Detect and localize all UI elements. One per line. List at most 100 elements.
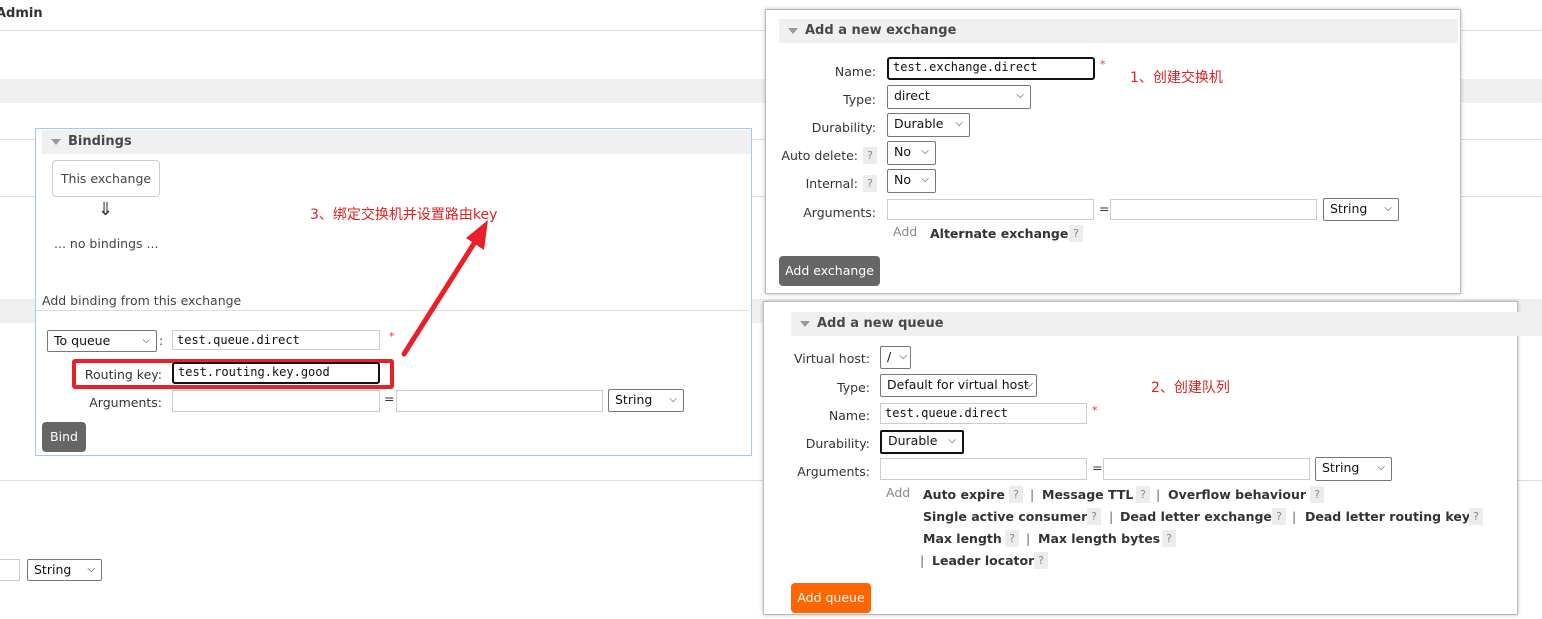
- single-active-consumer-link[interactable]: Single active consumer: [923, 509, 1087, 524]
- exchange-name-input[interactable]: test.exchange.direct: [887, 57, 1095, 80]
- exchange-arguments-key-input[interactable]: [887, 199, 1094, 220]
- overflow-behaviour-link[interactable]: Overflow behaviour: [1168, 487, 1306, 502]
- queue-arguments-type-value: String: [1322, 460, 1360, 475]
- required-asterisk: *: [1100, 58, 1106, 71]
- queue-arguments-value-input[interactable]: [1103, 458, 1310, 480]
- exchange-arguments-value-input[interactable]: [1110, 199, 1317, 220]
- exchange-durability-select[interactable]: Durable ⌵: [887, 113, 970, 137]
- destination-type-value: To queue: [54, 333, 111, 348]
- down-arrow-icon: ⇓: [98, 199, 114, 220]
- exchange-internal-label: Internal:: [805, 176, 858, 191]
- exchange-durability-value: Durable: [894, 116, 944, 131]
- arguments-key-input[interactable]: [172, 390, 380, 412]
- queue-durability-select[interactable]: Durable ⌵: [880, 430, 964, 454]
- help-icon[interactable]: ?: [1009, 486, 1023, 503]
- arguments-type-select[interactable]: String ⌵: [608, 389, 684, 412]
- exchange-type-label: Type:: [843, 92, 876, 107]
- destination-type-select[interactable]: To queue ⌵: [47, 330, 157, 352]
- add-queue-title: Add a new queue: [817, 316, 944, 331]
- exchange-type-select[interactable]: direct ⌵: [887, 85, 1031, 109]
- queue-name-input[interactable]: test.queue.direct: [880, 403, 1087, 424]
- dead-letter-exchange-link[interactable]: Dead letter exchange: [1120, 509, 1272, 524]
- bindings-header[interactable]: Bindings: [42, 130, 751, 154]
- add-queue-button[interactable]: Add queue: [791, 583, 871, 613]
- queue-type-value: Default for virtual host: [887, 377, 1029, 392]
- arguments-equals: =: [384, 391, 395, 406]
- help-icon[interactable]: ?: [1310, 486, 1324, 503]
- exchange-internal-select[interactable]: No ⌵: [887, 169, 936, 193]
- exchange-arguments-type-select[interactable]: String ⌵: [1323, 198, 1399, 221]
- queue-durability-value: Durable: [888, 433, 938, 448]
- annotation-step2: 2、创建队列: [1151, 380, 1230, 396]
- help-icon[interactable]: ?: [1087, 508, 1101, 525]
- exchange-add-argument-link[interactable]: Add: [893, 224, 917, 239]
- separator: |: [1292, 509, 1297, 524]
- queue-arguments-label: Arguments:: [797, 464, 870, 479]
- max-length-bytes-link[interactable]: Max length bytes: [1038, 531, 1160, 546]
- queue-type-select[interactable]: Default for virtual host ⌵: [880, 374, 1037, 397]
- exchange-durability-label: Durability:: [811, 120, 876, 135]
- arguments-type-value: String: [615, 392, 653, 407]
- help-icon[interactable]: ?: [863, 175, 877, 192]
- exchange-auto-delete-label: Auto delete:: [781, 148, 858, 163]
- chevron-down-icon: ⌵: [87, 564, 95, 575]
- help-icon[interactable]: ?: [1069, 225, 1083, 242]
- message-ttl-link[interactable]: Message TTL: [1042, 487, 1133, 502]
- routing-key-input[interactable]: test.routing.key.good: [172, 362, 380, 384]
- queue-vhost-value: /: [887, 349, 892, 364]
- chevron-down-icon: ⌵: [1016, 90, 1024, 101]
- add-exchange-button[interactable]: Add exchange: [779, 256, 880, 286]
- background-arguments-type-select[interactable]: String ⌵: [27, 559, 102, 581]
- exchange-arguments-equals: =: [1099, 201, 1110, 216]
- background-arguments-type-value: String: [34, 562, 72, 577]
- this-exchange-box: This exchange: [52, 160, 160, 197]
- separator: |: [1030, 487, 1035, 502]
- help-icon[interactable]: ?: [1272, 508, 1286, 525]
- chevron-down-icon: ⌵: [669, 394, 677, 405]
- add-queue-panel: Add a new queue Virtual host: / ⌵ Type: D…: [763, 301, 1542, 615]
- destination-queue-input[interactable]: test.queue.direct: [172, 330, 380, 350]
- queue-name-label: Name:: [828, 408, 870, 423]
- queue-vhost-label: Virtual host:: [793, 351, 870, 366]
- help-icon[interactable]: ?: [863, 147, 877, 164]
- help-icon[interactable]: ?: [1136, 486, 1150, 503]
- arguments-value-input[interactable]: [396, 390, 603, 412]
- collapse-triangle-icon: [51, 139, 61, 145]
- leader-locator-link[interactable]: Leader locator: [932, 553, 1034, 568]
- exchange-internal-value: No: [894, 172, 911, 187]
- dead-letter-routing-key-link[interactable]: Dead letter routing key: [1305, 509, 1470, 524]
- exchange-auto-delete-value: No: [894, 144, 911, 159]
- routing-key-label: Routing key:: [84, 367, 162, 382]
- queue-add-argument-link[interactable]: Add: [886, 485, 910, 500]
- annotation-arrow: [401, 220, 488, 357]
- queue-vhost-select[interactable]: / ⌵: [880, 346, 911, 369]
- add-queue-header[interactable]: Add a new queue: [791, 312, 1542, 336]
- chevron-down-icon: ⌵: [142, 335, 150, 346]
- alternate-exchange-link[interactable]: Alternate exchange: [930, 226, 1068, 241]
- help-icon[interactable]: ?: [1469, 508, 1483, 525]
- no-bindings-text: ... no bindings ...: [54, 236, 159, 251]
- chevron-down-icon: ⌵: [948, 435, 956, 446]
- collapse-triangle-icon: [800, 321, 810, 327]
- help-icon[interactable]: ?: [1034, 552, 1048, 569]
- exchange-type-value: direct: [894, 88, 930, 103]
- queue-arguments-type-select[interactable]: String ⌵: [1315, 457, 1392, 481]
- chevron-down-icon: ⌵: [1384, 203, 1392, 214]
- collapse-triangle-icon: [788, 28, 798, 34]
- exchange-name-label: Name:: [834, 64, 876, 79]
- queue-arguments-key-input[interactable]: [880, 458, 1087, 480]
- admin-tab-label[interactable]: Admin: [0, 6, 43, 21]
- bind-button[interactable]: Bind: [42, 422, 86, 452]
- separator: |: [1109, 509, 1114, 524]
- help-icon[interactable]: ?: [1005, 530, 1019, 547]
- separator: |: [1026, 531, 1031, 546]
- background-arguments-value-input[interactable]: [0, 559, 20, 581]
- queue-type-label: Type:: [837, 380, 870, 395]
- chevron-down-icon: ⌵: [1377, 462, 1385, 473]
- queue-durability-label: Durability:: [805, 436, 870, 451]
- exchange-auto-delete-select[interactable]: No ⌵: [887, 141, 936, 165]
- add-exchange-header[interactable]: Add a new exchange: [779, 19, 1458, 43]
- auto-expire-link[interactable]: Auto expire: [923, 487, 1005, 502]
- max-length-link[interactable]: Max length: [923, 531, 1002, 546]
- help-icon[interactable]: ?: [1162, 530, 1176, 547]
